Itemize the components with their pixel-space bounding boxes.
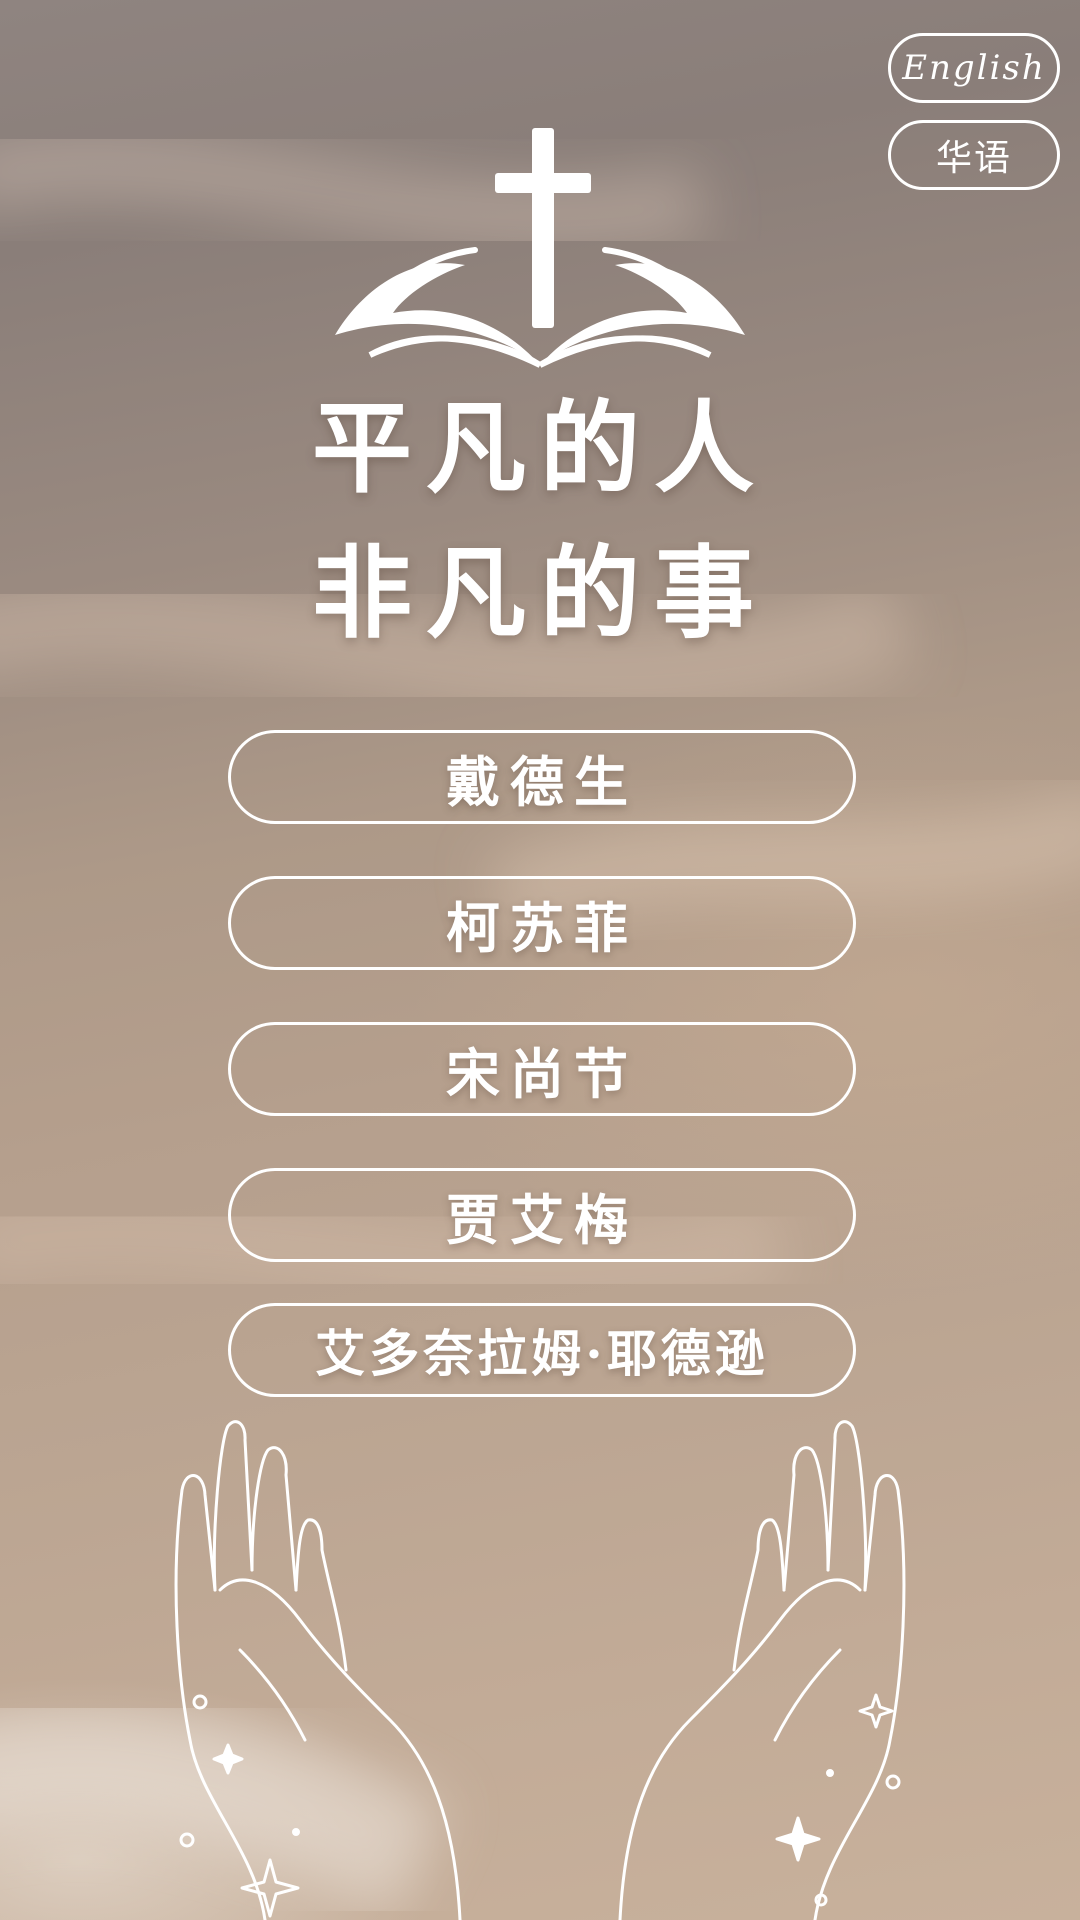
person-button-2[interactable]: 柯苏菲: [228, 876, 856, 970]
person-button-3[interactable]: 宋尚节: [228, 1022, 856, 1116]
person-button-1[interactable]: 戴德生: [228, 730, 856, 824]
chinese-language-button[interactable]: 华语: [888, 120, 1060, 190]
praying-hands-icon: [174, 1420, 906, 1920]
page-title-line-2: 非凡的事: [312, 534, 768, 652]
person-button-5[interactable]: 艾多奈拉姆·耶德逊: [228, 1303, 856, 1397]
cross-bible-icon: [335, 128, 745, 368]
sparkle-icon: [775, 1816, 821, 1862]
person-button-4[interactable]: 贾艾梅: [228, 1168, 856, 1262]
english-language-button[interactable]: English: [888, 33, 1060, 103]
sparkle-icon: [212, 1743, 244, 1775]
page-title-line-1: 平凡的人: [312, 389, 768, 507]
sparkle-icon: [858, 1693, 894, 1729]
